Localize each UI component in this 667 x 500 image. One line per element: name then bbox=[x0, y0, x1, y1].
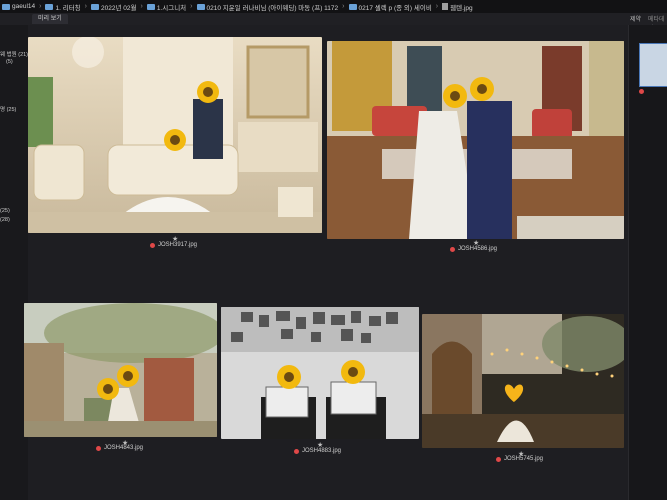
photo-thumbnail[interactable] bbox=[422, 314, 624, 448]
photo-caption[interactable]: JOSH5745.jpg bbox=[496, 456, 543, 462]
breadcrumb: gaeul14 › 1. 리터칭 › 2022년 02월 › 1.시그니처 › … bbox=[0, 0, 667, 13]
color-label-icon bbox=[450, 246, 455, 252]
folder-icon bbox=[2, 3, 10, 10]
photo-thumbnail[interactable] bbox=[221, 307, 419, 439]
thumbnail-grid: ★ JOSH3917.jpg ★ JOSH4586.jpg ★ JOSH4843… bbox=[24, 25, 628, 500]
breadcrumb-label: 1. 리터칭 bbox=[55, 4, 81, 12]
chevron-right-icon: › bbox=[190, 3, 193, 10]
photo-image bbox=[422, 314, 624, 448]
sidebar-item[interactable]: (5) bbox=[6, 59, 13, 65]
photo-filename: JOSH5745.jpg bbox=[504, 456, 544, 462]
breadcrumb-label: 0210 지윤일 러나비님 (아이웨딩) 마동 (프) 1172 bbox=[206, 4, 339, 12]
breadcrumb-label: 웹텐.jpg bbox=[450, 4, 473, 12]
breadcrumb-item[interactable]: 1.시그니처 bbox=[146, 2, 187, 12]
photo-caption[interactable]: JOSH4843.jpg bbox=[96, 445, 143, 451]
sidebar-item[interactable]: 명 (25) bbox=[0, 105, 16, 113]
breadcrumb-label: 1.시그니처 bbox=[156, 4, 187, 12]
photo-image bbox=[24, 303, 217, 437]
color-label-icon bbox=[96, 445, 101, 451]
folder-icon bbox=[348, 3, 357, 10]
chevron-right-icon: › bbox=[140, 3, 143, 10]
chevron-right-icon: › bbox=[84, 3, 87, 10]
photo-thumbnail[interactable] bbox=[24, 303, 217, 437]
photo-image bbox=[28, 37, 322, 233]
photo-image bbox=[221, 307, 419, 439]
photo-filename: JOSH4843.jpg bbox=[104, 445, 144, 451]
photo-caption[interactable]: JOSH4883.jpg bbox=[294, 448, 341, 454]
breadcrumb-item[interactable]: 웹텐.jpg bbox=[442, 2, 473, 12]
breadcrumb-label: gaeul14 bbox=[12, 3, 36, 10]
sidebar-item[interactable]: 웨 법원 (21) bbox=[0, 50, 28, 58]
breadcrumb-label: 2022년 02월 bbox=[101, 4, 137, 12]
folder-icon bbox=[146, 3, 155, 10]
preview-thumbnail[interactable] bbox=[639, 43, 667, 87]
file-icon bbox=[442, 3, 449, 10]
photo-thumbnail[interactable] bbox=[327, 41, 624, 239]
color-label-icon bbox=[496, 456, 501, 462]
color-label-icon bbox=[150, 242, 155, 248]
photo-filename: JOSH4586.jpg bbox=[458, 246, 498, 252]
color-label-icon bbox=[294, 448, 299, 454]
folder-icon bbox=[91, 3, 99, 10]
breadcrumb-item[interactable]: gaeul14 bbox=[2, 3, 35, 10]
breadcrumb-item[interactable]: 0217 셀렉 p (종 외) 세이비 bbox=[348, 2, 432, 12]
folder-icon bbox=[196, 3, 205, 10]
color-label-icon bbox=[639, 89, 644, 94]
photo-filename: JOSH4883.jpg bbox=[302, 448, 342, 454]
sidebar-item[interactable]: (28) bbox=[0, 217, 10, 223]
breadcrumb-item[interactable]: 1. 리터칭 bbox=[45, 2, 81, 12]
breadcrumb-item[interactable]: 2022년 02월 bbox=[91, 2, 136, 12]
preview-panel bbox=[628, 25, 667, 500]
photo-caption[interactable]: JOSH3917.jpg bbox=[150, 242, 197, 248]
tab-preview[interactable]: 미리 보기 bbox=[32, 14, 68, 24]
photo-filename: JOSH3917.jpg bbox=[158, 242, 198, 248]
photo-image bbox=[327, 41, 624, 239]
photo-thumbnail[interactable] bbox=[28, 37, 322, 233]
panel-label[interactable]: 제약 bbox=[630, 14, 641, 23]
breadcrumb-item[interactable]: 0210 지윤일 러나비님 (아이웨딩) 마동 (프) 1172 bbox=[196, 2, 339, 12]
photo-caption[interactable]: JOSH4586.jpg bbox=[450, 246, 497, 252]
sidebar-item[interactable]: (25) bbox=[0, 208, 10, 214]
chevron-right-icon: › bbox=[39, 3, 42, 10]
chevron-right-icon: › bbox=[435, 3, 439, 10]
chevron-right-icon: › bbox=[342, 3, 345, 10]
folder-icon bbox=[45, 3, 54, 10]
breadcrumb-label: 0217 셀렉 p (종 외) 세이비 bbox=[358, 4, 432, 12]
